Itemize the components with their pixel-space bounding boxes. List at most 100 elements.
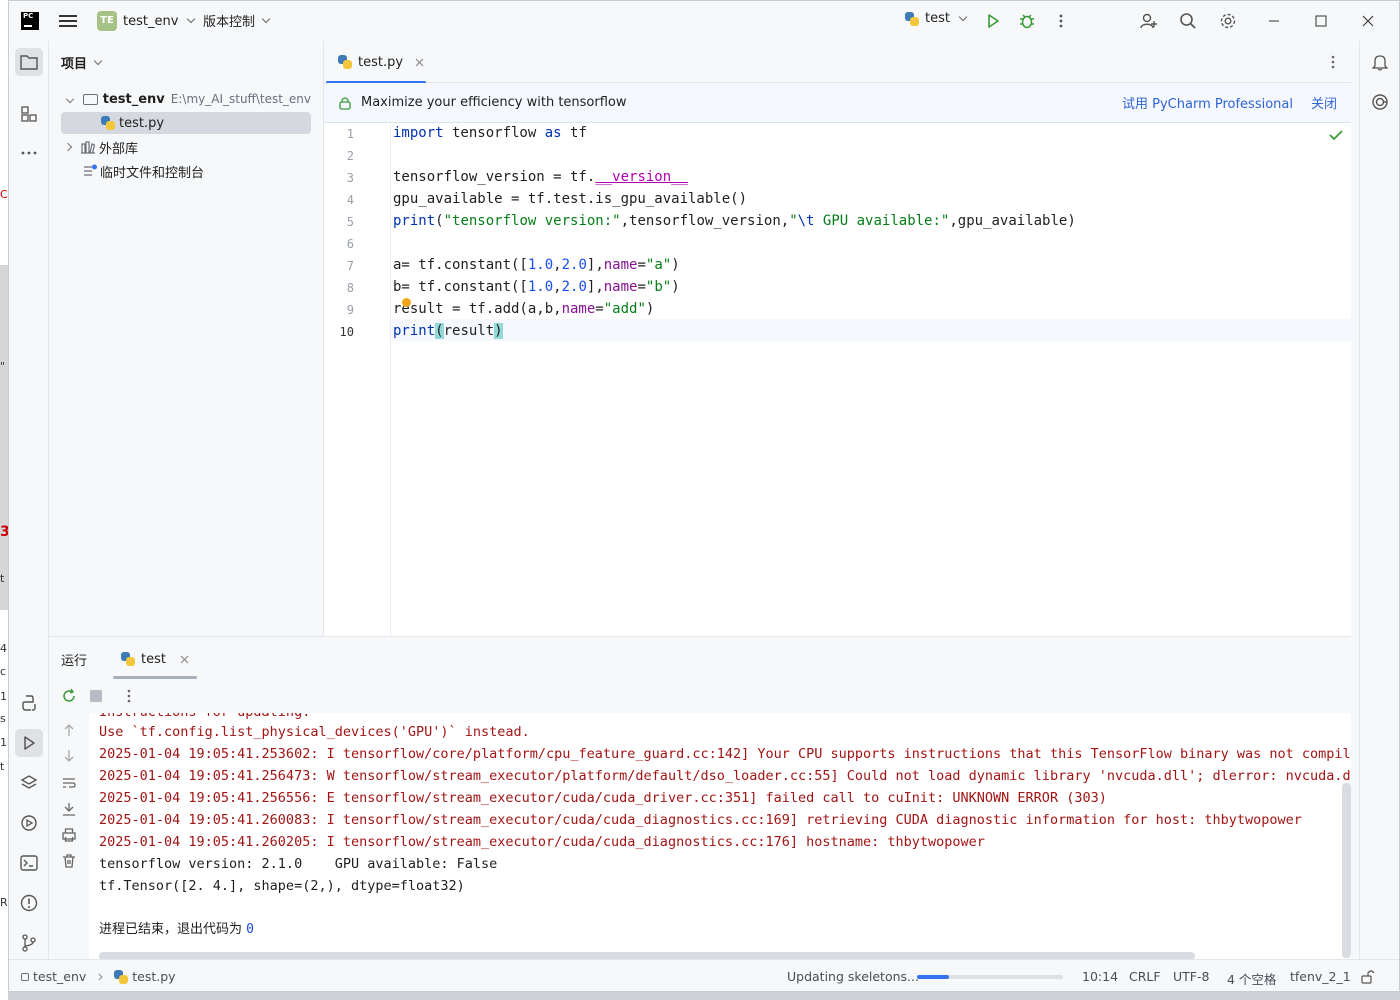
background-text: 1 bbox=[0, 690, 7, 703]
run-panel-header: 运行 test bbox=[49, 637, 1351, 679]
python-file-icon bbox=[101, 116, 115, 130]
file-encoding[interactable]: UTF-8 bbox=[1173, 969, 1209, 984]
tree-item-scratches[interactable]: 临时文件和控制台 bbox=[61, 160, 204, 182]
line-number: 9 bbox=[346, 303, 354, 317]
scroll-up-icon[interactable] bbox=[63, 723, 75, 737]
python-console-icon[interactable] bbox=[15, 689, 43, 717]
rerun-icon[interactable] bbox=[61, 688, 77, 704]
background-text: " bbox=[0, 360, 6, 373]
minimize-button[interactable] bbox=[1251, 1, 1297, 41]
close-tab-icon[interactable] bbox=[180, 655, 189, 664]
run-config-selector[interactable]: test bbox=[905, 11, 968, 26]
print-icon[interactable] bbox=[62, 828, 76, 842]
tree-item-project-root[interactable]: test_env E:\my_AI_stuff\test_env bbox=[61, 88, 311, 110]
git-icon[interactable] bbox=[15, 929, 43, 957]
chevron-right-icon bbox=[95, 973, 103, 980]
status-bar: test_env test.py Updating skeletons... 1… bbox=[9, 959, 1399, 991]
desktop-background bbox=[8, 992, 1400, 1000]
run-side-toolbar bbox=[49, 713, 89, 960]
scroll-to-end-icon[interactable] bbox=[62, 802, 76, 816]
notifications-icon[interactable] bbox=[1366, 48, 1394, 76]
close-button[interactable] bbox=[1345, 1, 1391, 41]
tree-item-external-libraries[interactable]: 外部库 bbox=[61, 136, 138, 158]
run-panel: 运行 test Instructions for updating: Use `… bbox=[49, 636, 1351, 960]
debug-icon[interactable] bbox=[1017, 11, 1037, 31]
banner-try-professional-link[interactable]: 试用 PyCharm Professional bbox=[1122, 93, 1293, 112]
background-text: 1 bbox=[0, 736, 7, 749]
vcs-menu[interactable]: 版本控制 bbox=[203, 11, 271, 30]
background-text: t bbox=[0, 760, 5, 773]
hamburger-icon[interactable] bbox=[59, 12, 77, 30]
background-text: 4 bbox=[0, 642, 7, 655]
project-tool-button[interactable] bbox=[15, 48, 43, 76]
breadcrumb-project[interactable]: test_env bbox=[33, 969, 86, 984]
line-number: 10 bbox=[339, 325, 354, 339]
breadcrumb: test_env test.py bbox=[21, 969, 176, 984]
vcs-label: 版本控制 bbox=[203, 15, 256, 30]
run-panel-title: 运行 bbox=[61, 654, 88, 669]
background-task-label[interactable]: Updating skeletons... bbox=[787, 969, 919, 984]
line-number: 2 bbox=[346, 149, 354, 163]
intention-bulb-icon[interactable] bbox=[402, 298, 411, 307]
line-separator[interactable]: CRLF bbox=[1129, 969, 1161, 984]
structure-tool-button[interactable] bbox=[15, 100, 43, 128]
maximize-button[interactable] bbox=[1298, 1, 1344, 41]
console-line: 2025-01-04 19:05:41.260205: I tensorflow… bbox=[99, 834, 985, 850]
console-output[interactable]: Instructions for updating: Use `tf.confi… bbox=[89, 713, 1351, 960]
more-icon[interactable] bbox=[1051, 11, 1071, 31]
terminal-icon[interactable] bbox=[15, 849, 43, 877]
console-line: tf.Tensor([2. 4.], shape=(2,), dtype=flo… bbox=[99, 878, 465, 894]
soft-wrap-icon[interactable] bbox=[62, 776, 76, 790]
services-icon[interactable] bbox=[15, 809, 43, 837]
tree-item-test-py[interactable]: test.py bbox=[61, 112, 311, 134]
title-bar: PC TE test_env 版本控制 test bbox=[9, 1, 1399, 41]
problems-icon[interactable] bbox=[15, 889, 43, 917]
console-vertical-scrollbar[interactable] bbox=[1342, 783, 1351, 958]
code-line-1: import tensorflow as tf bbox=[393, 125, 587, 141]
tree-item-path: E:\my_AI_stuff\test_env bbox=[170, 92, 311, 106]
run-tab-test[interactable]: test bbox=[113, 645, 197, 679]
project-switcher[interactable]: TE test_env bbox=[97, 10, 196, 32]
run-tab-label: test bbox=[141, 651, 166, 667]
stop-icon[interactable] bbox=[90, 690, 102, 702]
ai-assistant-icon[interactable] bbox=[1366, 88, 1394, 116]
search-icon[interactable] bbox=[1178, 11, 1198, 31]
check-icon[interactable] bbox=[1329, 129, 1343, 141]
console-line: 2025-01-04 19:05:41.256473: W tensorflow… bbox=[99, 768, 1351, 784]
more-icon[interactable] bbox=[127, 689, 131, 703]
project-panel-header[interactable]: 项目 bbox=[61, 53, 103, 72]
python-icon bbox=[905, 11, 919, 26]
trash-icon[interactable] bbox=[62, 854, 76, 868]
close-tab-icon[interactable] bbox=[415, 58, 424, 67]
code-line-9: result = tf.add(a,b,name="add") bbox=[393, 301, 655, 317]
editor-more-icon[interactable] bbox=[1331, 55, 1335, 73]
module-icon bbox=[21, 972, 29, 981]
banner-close-link[interactable]: 关闭 bbox=[1311, 93, 1337, 112]
breadcrumb-file[interactable]: test.py bbox=[132, 969, 175, 984]
layers-icon[interactable] bbox=[15, 769, 43, 797]
background-window: CO " 3 t 4 c 1 s 1 t R bbox=[0, 0, 8, 1000]
background-panel bbox=[0, 265, 8, 610]
tab-test-py[interactable]: test.py bbox=[324, 41, 426, 84]
settings-icon[interactable] bbox=[1218, 11, 1238, 31]
run-icon[interactable] bbox=[983, 11, 1003, 31]
caret-position[interactable]: 10:14 bbox=[1082, 969, 1118, 984]
scroll-down-icon[interactable] bbox=[63, 749, 75, 763]
code-line-8: b= tf.constant([1.0,2.0],name="b") bbox=[393, 279, 680, 295]
background-text: 3 bbox=[0, 524, 8, 540]
chevron-down-icon bbox=[187, 14, 196, 24]
line-number: 5 bbox=[346, 215, 354, 229]
line-number: 6 bbox=[346, 237, 354, 251]
readonly-lock-icon[interactable] bbox=[1361, 970, 1375, 984]
background-text: c bbox=[0, 665, 7, 678]
background-text: s bbox=[0, 712, 6, 725]
left-tool-strip bbox=[9, 41, 49, 959]
line-number: 4 bbox=[346, 193, 354, 207]
add-user-icon[interactable] bbox=[1139, 11, 1159, 31]
more-tools-icon[interactable] bbox=[15, 139, 43, 167]
interpreter-selector[interactable]: tfenv_2_1 bbox=[1290, 969, 1351, 984]
indent-setting[interactable]: 4 个空格 bbox=[1227, 969, 1276, 988]
run-tool-button[interactable] bbox=[15, 729, 43, 757]
scratch-icon bbox=[84, 164, 97, 176]
chevron-down-icon bbox=[261, 14, 271, 23]
